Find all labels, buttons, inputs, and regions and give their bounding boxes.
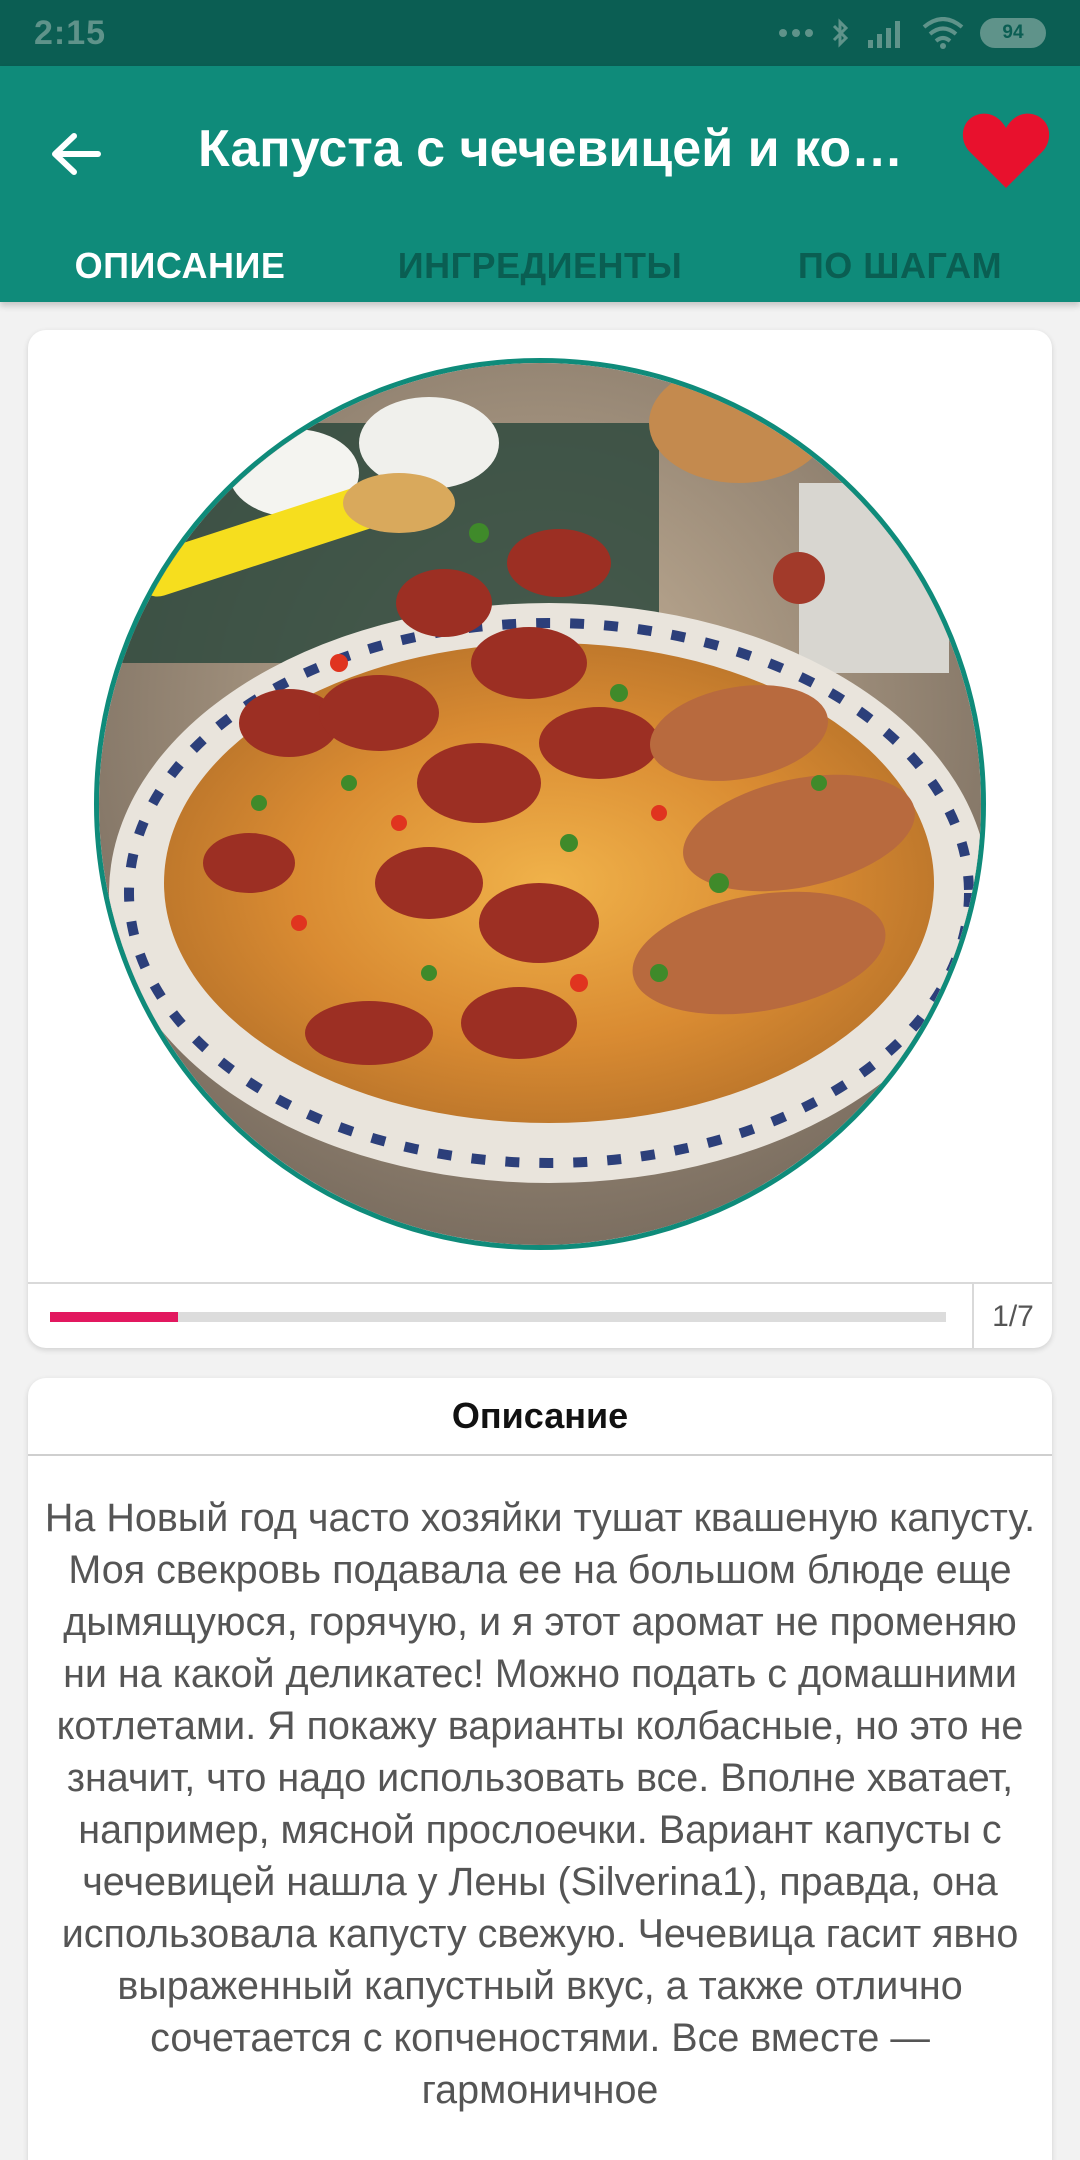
tab-steps[interactable]: ПО ШАГАМ [720, 230, 1080, 302]
app-bar: Капуста с чечевицей и копченостями ОПИСА… [0, 66, 1080, 302]
status-time: 2:15 [34, 14, 107, 52]
gallery-progress-bar: 1/7 [28, 1282, 1052, 1348]
gallery-counter: 1/7 [992, 1300, 1034, 1333]
description-header: Описание [28, 1378, 1052, 1456]
photo-card: 1/7 [28, 330, 1052, 1348]
gallery-progress-fill [50, 1312, 178, 1322]
wifi-icon [922, 17, 964, 49]
tab-description[interactable]: ОПИСАНИЕ [0, 230, 360, 302]
description-card: Описание На Новый год часто хозяйки туша… [28, 1378, 1052, 2160]
favorite-button[interactable] [958, 102, 1054, 198]
back-button[interactable] [34, 112, 118, 196]
tab-bar: ОПИСАНИЕ ИНГРЕДИЕНТЫ ПО ШАГАМ [0, 230, 1080, 302]
arrow-back-icon [52, 133, 101, 175]
bluetooth-icon [830, 17, 850, 49]
tab-ingredients[interactable]: ИНГРЕДИЕНТЫ [360, 230, 720, 302]
signal-icon [866, 18, 906, 48]
heart-icon [962, 113, 1050, 188]
description-text: На Новый год часто хозяйки тушат квашену… [44, 1496, 1036, 2112]
status-bar: 2:15 94 [0, 0, 1080, 66]
gallery-progress-track [50, 1312, 946, 1322]
battery-icon: 94 [980, 18, 1046, 48]
page-title: Капуста с чечевицей и копченостями [198, 120, 918, 178]
dots-icon [778, 28, 814, 38]
status-icons: 94 [778, 14, 1046, 52]
recipe-photo[interactable] [94, 358, 986, 1250]
